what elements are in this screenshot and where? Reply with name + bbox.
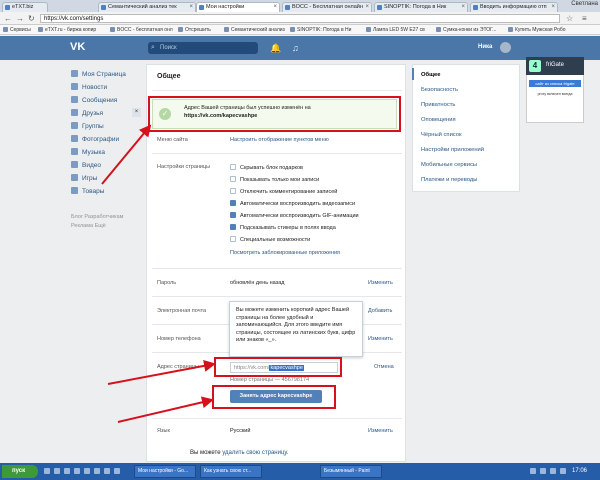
tray-icon[interactable] xyxy=(560,468,566,474)
quicklaunch-icon[interactable] xyxy=(94,468,100,474)
quicklaunch-icon[interactable] xyxy=(54,468,60,474)
taskbar-task[interactable]: Мои настройки - Go... xyxy=(134,465,196,478)
taskbar-task[interactable]: Как узнать свою ст... xyxy=(200,465,262,478)
annotation-arrow xyxy=(117,396,214,423)
quicklaunch-icon[interactable] xyxy=(64,468,70,474)
start-button[interactable]: пуск xyxy=(2,465,38,478)
quicklaunch-icon[interactable] xyxy=(74,468,80,474)
tray-icon[interactable] xyxy=(530,468,536,474)
annotation-arrows xyxy=(101,124,216,423)
taskbar xyxy=(0,463,600,480)
annotation-arrow xyxy=(101,124,152,185)
quicklaunch-icon[interactable] xyxy=(104,468,110,474)
clock: 17:06 xyxy=(572,468,588,474)
quicklaunch-icon[interactable] xyxy=(44,468,50,474)
quicklaunch-icon[interactable] xyxy=(84,468,90,474)
annotation-arrow xyxy=(107,359,216,385)
tray-icon[interactable] xyxy=(550,468,556,474)
taskbar-task[interactable]: Безымянный - Paint xyxy=(320,465,382,478)
quicklaunch-icon[interactable] xyxy=(114,468,120,474)
tray-icon[interactable] xyxy=(540,468,546,474)
